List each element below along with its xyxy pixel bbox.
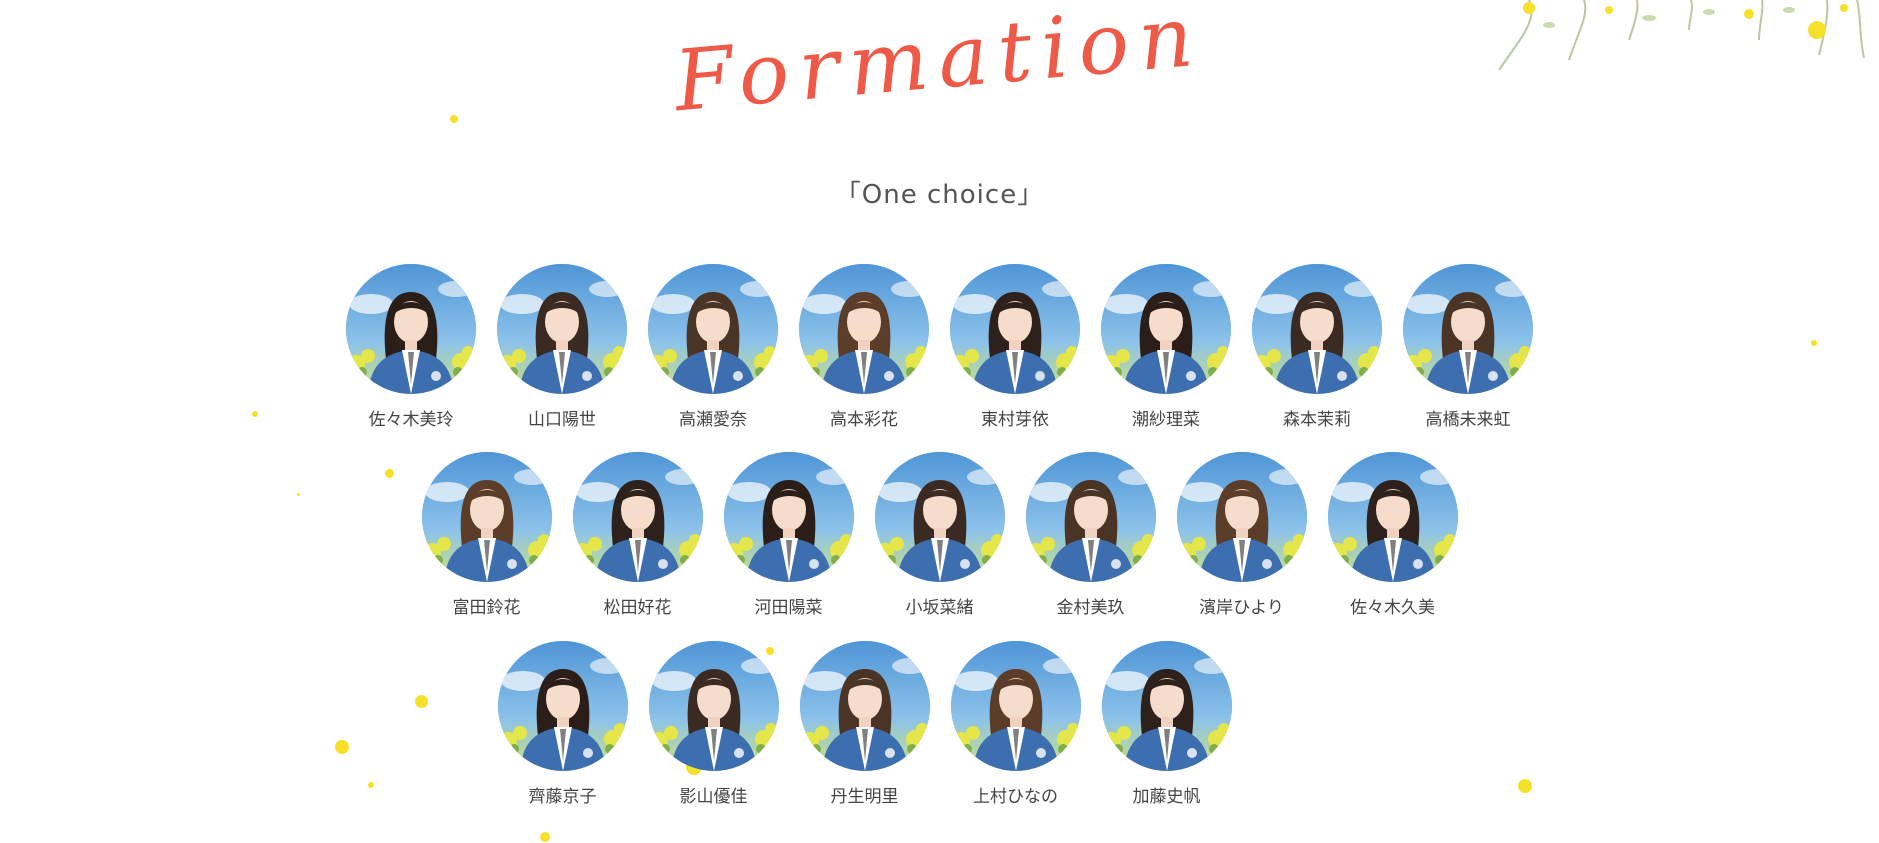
member-photo[interactable]	[346, 264, 476, 394]
member-photo[interactable]	[1101, 641, 1232, 771]
member-card[interactable]: 丹生明里	[799, 641, 930, 807]
member-photo[interactable]	[1025, 452, 1156, 582]
member-photo-graphic	[950, 641, 1081, 771]
member-photo[interactable]	[799, 264, 929, 394]
member-photo-graphic	[1101, 264, 1231, 394]
member-card[interactable]: 佐々木美玲	[346, 264, 476, 430]
member-photo-graphic	[497, 264, 627, 394]
member-photo-graphic	[346, 264, 476, 394]
member-card[interactable]: 高本彩花	[799, 264, 929, 430]
member-photo[interactable]	[1327, 452, 1458, 582]
member-card[interactable]: 濱岸ひより	[1176, 452, 1307, 618]
member-name: 潮紗理菜	[1132, 410, 1200, 430]
member-photo[interactable]	[1252, 264, 1382, 394]
member-photo[interactable]	[572, 452, 703, 582]
member-photo[interactable]	[648, 641, 779, 771]
member-photo[interactable]	[648, 264, 778, 394]
member-photo-graphic	[1101, 641, 1232, 771]
member-photo-graphic	[950, 264, 1080, 394]
member-photo-graphic	[1327, 452, 1458, 582]
member-photo[interactable]	[497, 641, 628, 771]
member-name: 高橋未来虹	[1425, 410, 1511, 430]
member-card[interactable]: 富田鈴花	[421, 452, 552, 618]
page-title: Formation	[0, 0, 1879, 189]
member-name: 影山優佳	[679, 787, 748, 807]
member-card[interactable]: 佐々木久美	[1327, 452, 1458, 618]
member-card[interactable]: 齊藤京子	[497, 641, 628, 807]
member-card[interactable]: 高瀬愛奈	[648, 264, 778, 430]
member-card[interactable]: 高橋未来虹	[1403, 264, 1533, 430]
member-photo-graphic	[648, 641, 779, 771]
member-card[interactable]: 山口陽世	[497, 264, 627, 430]
formation-page: Formation 「One choice」 佐々木美玲 山口陽世 高瀬愛奈 高…	[0, 0, 1879, 843]
member-photo-graphic	[421, 452, 552, 582]
member-photo-graphic	[874, 452, 1005, 582]
member-name: 金村美玖	[1056, 598, 1125, 618]
member-card[interactable]: 影山優佳	[648, 641, 779, 807]
member-name: 東村芽依	[981, 410, 1049, 430]
member-photo[interactable]	[723, 452, 854, 582]
member-photo[interactable]	[1176, 452, 1307, 582]
member-photo-graphic	[497, 641, 628, 771]
member-photo-graphic	[572, 452, 703, 582]
member-photo-graphic	[723, 452, 854, 582]
member-name: 上村ひなの	[973, 787, 1058, 807]
member-name: 富田鈴花	[452, 598, 521, 618]
member-photo-graphic	[1025, 452, 1156, 582]
member-card[interactable]: 森本茉莉	[1252, 264, 1382, 430]
member-photo[interactable]	[950, 264, 1080, 394]
member-photo-graphic	[799, 264, 929, 394]
member-name: 森本茉莉	[1283, 410, 1351, 430]
member-name: 齊藤京子	[528, 787, 597, 807]
member-photo-graphic	[648, 264, 778, 394]
member-card[interactable]: 東村芽依	[950, 264, 1080, 430]
member-photo[interactable]	[799, 641, 930, 771]
formation-row-3: 齊藤京子 影山優佳 丹生明里 上村ひなの 加藤史帆	[0, 641, 1804, 807]
member-photo-graphic	[1176, 452, 1307, 582]
member-name: 高瀬愛奈	[679, 410, 747, 430]
member-card[interactable]: 河田陽菜	[723, 452, 854, 618]
member-name: 濱岸ひより	[1199, 598, 1284, 618]
member-name: 山口陽世	[528, 410, 596, 430]
member-photo-graphic	[1403, 264, 1533, 394]
member-photo[interactable]	[1101, 264, 1231, 394]
member-photo[interactable]	[874, 452, 1005, 582]
member-photo-graphic	[799, 641, 930, 771]
member-photo[interactable]	[1403, 264, 1533, 394]
member-card[interactable]: 上村ひなの	[950, 641, 1081, 807]
member-photo[interactable]	[950, 641, 1081, 771]
member-name: 高本彩花	[830, 410, 898, 430]
member-name: 丹生明里	[830, 787, 899, 807]
member-photo[interactable]	[497, 264, 627, 394]
member-card[interactable]: 加藤史帆	[1101, 641, 1232, 807]
member-name: 小坂菜緒	[905, 598, 974, 618]
page-title-text: Formation	[670, 0, 1207, 131]
member-card[interactable]: 松田好花	[572, 452, 703, 618]
song-title: 「One choice」	[834, 180, 1045, 210]
member-name: 佐々木久美	[1350, 598, 1435, 618]
member-name: 河田陽菜	[754, 598, 823, 618]
petal-dot	[540, 832, 550, 842]
member-name: 佐々木美玲	[368, 410, 454, 430]
member-photo[interactable]	[421, 452, 552, 582]
member-name: 松田好花	[603, 598, 672, 618]
member-name: 加藤史帆	[1132, 787, 1201, 807]
member-card[interactable]: 潮紗理菜	[1101, 264, 1231, 430]
member-card[interactable]: 小坂菜緒	[874, 452, 1005, 618]
formation-row-1: 佐々木美玲 山口陽世 高瀬愛奈 高本彩花 東村芽依 潮紗理菜 森本茉莉 高橋未来…	[0, 264, 1879, 430]
formation-row-2: 富田鈴花 松田好花 河田陽菜 小坂菜緒 金村美玖 濱岸ひより 佐々木久美	[0, 452, 1879, 618]
member-card[interactable]: 金村美玖	[1025, 452, 1156, 618]
member-photo-graphic	[1252, 264, 1382, 394]
